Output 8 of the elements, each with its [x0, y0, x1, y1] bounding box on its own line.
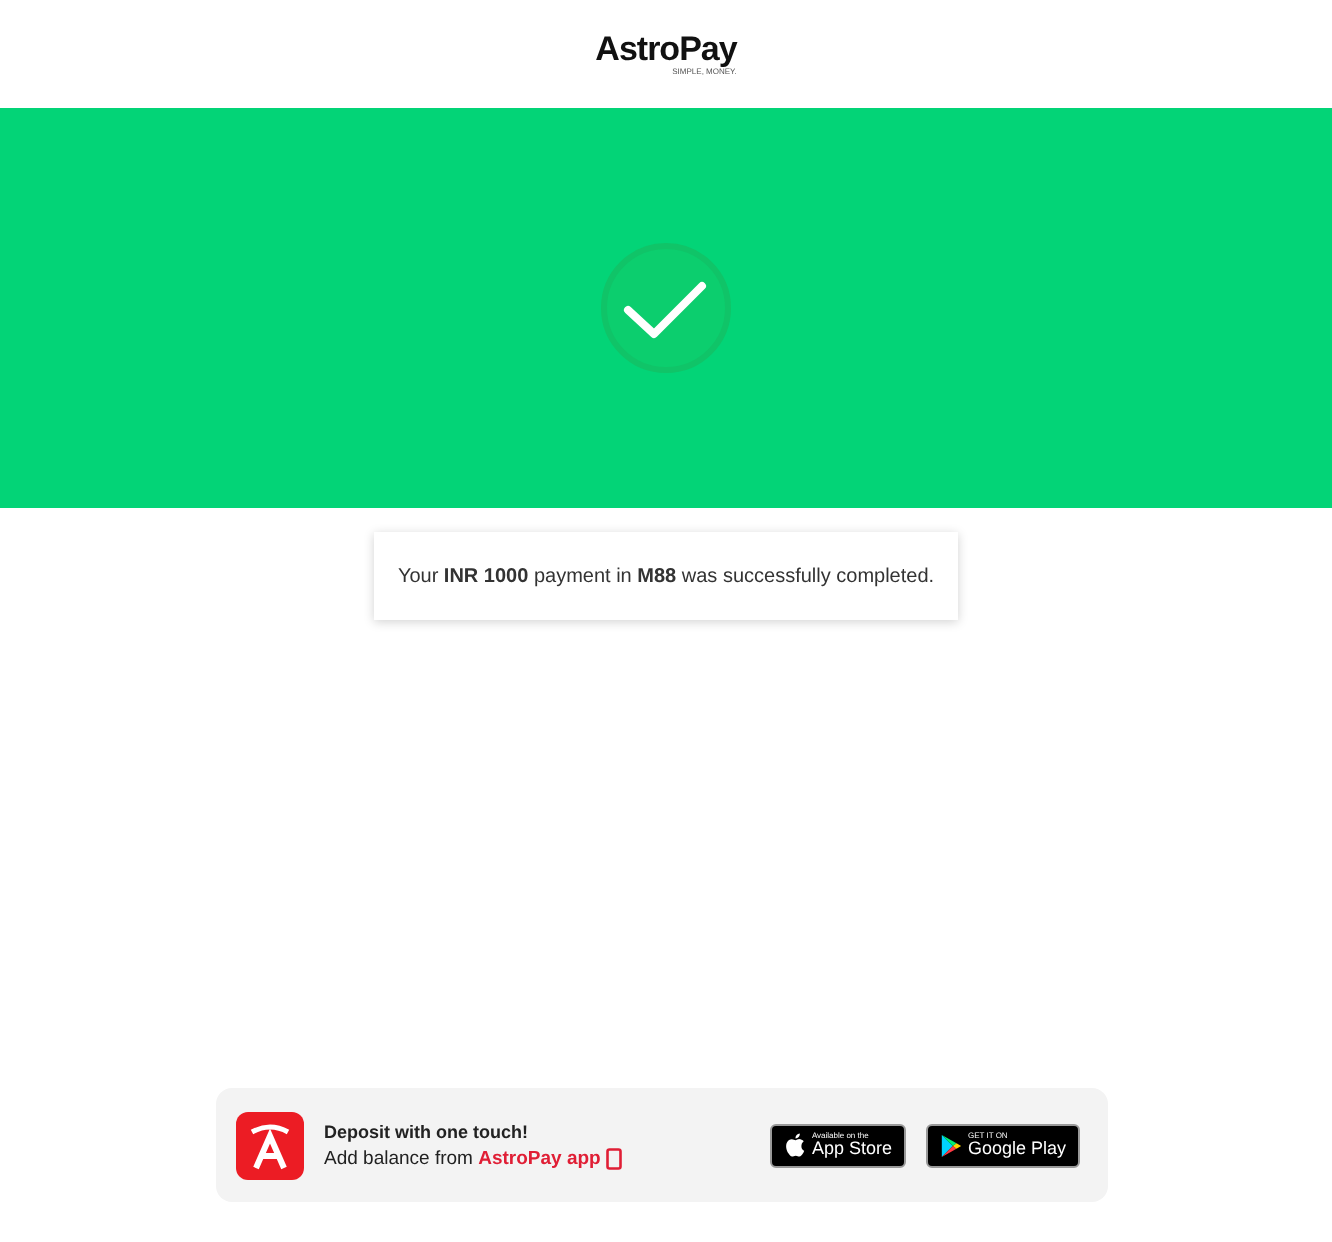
promo-title: Deposit with one touch! [324, 1121, 530, 1141]
promo-subtitle: Add balance from AstroPay app [324, 1147, 601, 1169]
app-link[interactable]: AstroPay app [478, 1147, 601, 1169]
success-message: Your INR 1000 payment in M88 was successfully completed. [397, 565, 935, 587]
phone-icon [606, 1148, 623, 1170]
checkmark-icon [600, 242, 732, 374]
app-logo-icon [236, 1111, 304, 1179]
logo: AstroPay [595, 31, 737, 65]
